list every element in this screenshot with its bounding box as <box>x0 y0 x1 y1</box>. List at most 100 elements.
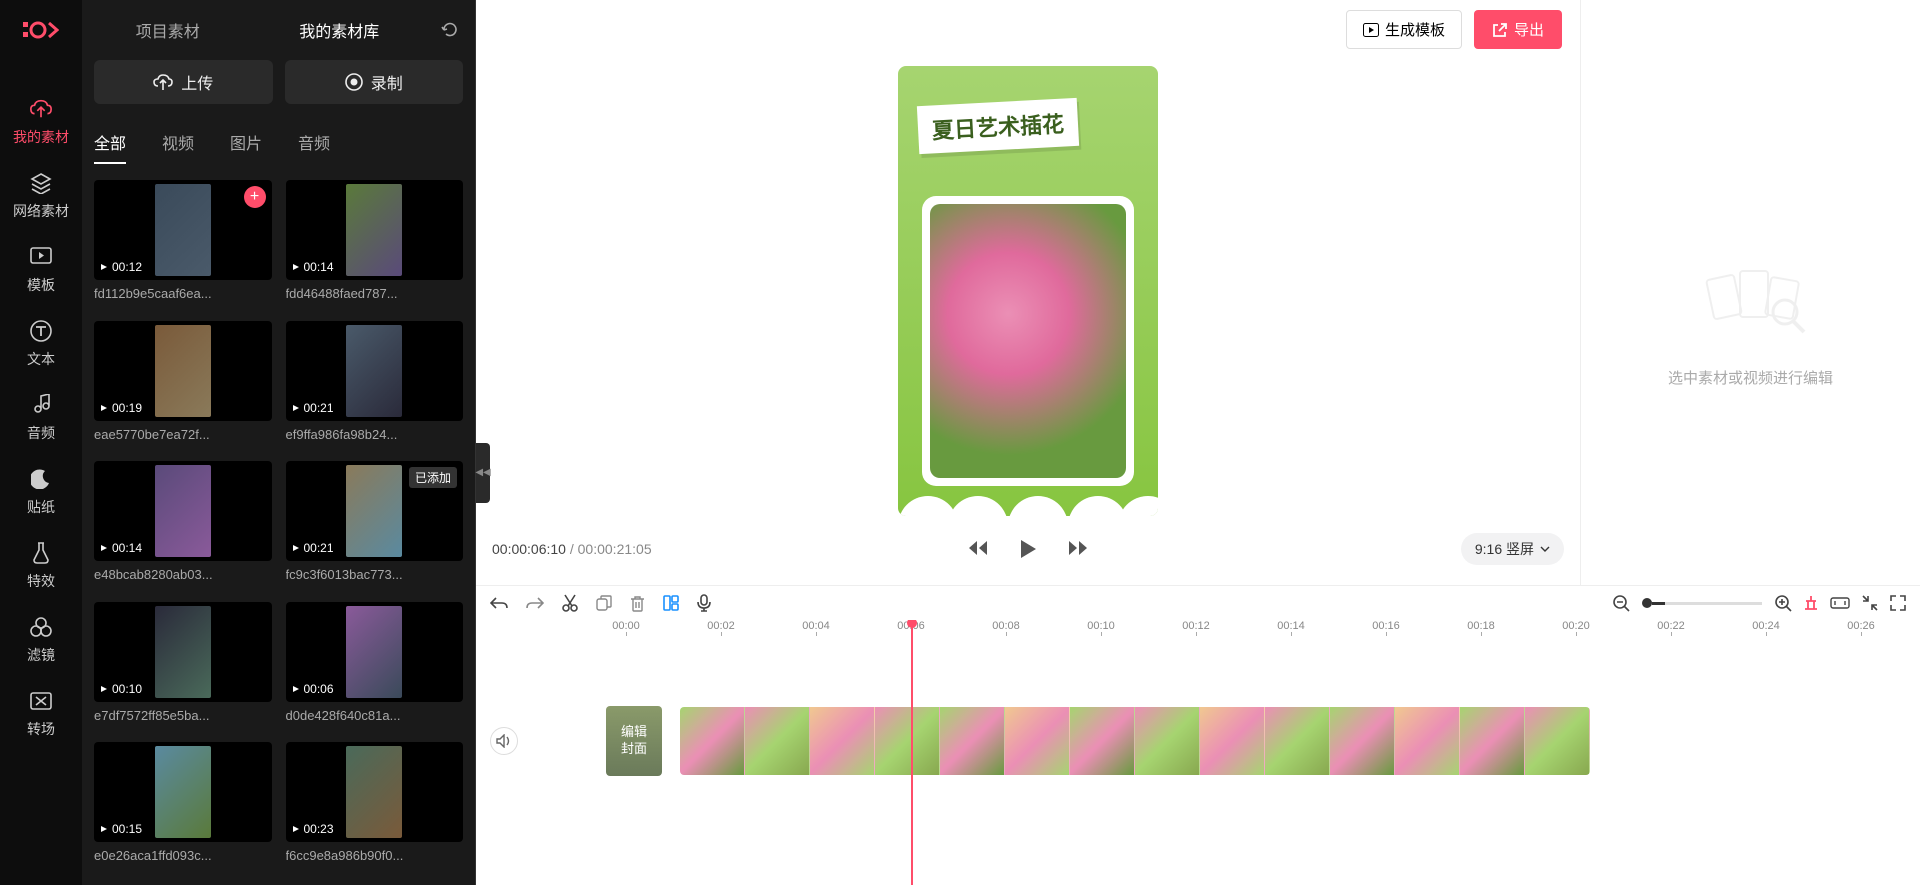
export-button[interactable]: 导出 <box>1474 10 1562 49</box>
asset-thumbnail: 00:15 <box>94 742 272 842</box>
nav-label: 网络素材 <box>13 201 69 221</box>
add-asset-button[interactable]: + <box>244 186 266 208</box>
rewind-button[interactable] <box>967 539 989 559</box>
venn-icon <box>29 615 53 639</box>
undo-button[interactable] <box>490 596 508 610</box>
filter-all[interactable]: 全部 <box>94 122 126 164</box>
filter-video[interactable]: 视频 <box>162 122 194 164</box>
ruler-tick: 00:16 <box>1366 620 1406 632</box>
upload-cloud-icon <box>29 97 53 121</box>
redo-button[interactable] <box>526 596 544 610</box>
filter-audio[interactable]: 音频 <box>298 122 330 164</box>
nav-effects[interactable]: 特效 <box>0 529 82 603</box>
forward-button[interactable] <box>1067 539 1089 559</box>
asset-thumbnail: 00:14 <box>286 180 464 280</box>
nav-web-assets[interactable]: 网络素材 <box>0 159 82 233</box>
asset-thumbnail: 00:06 <box>286 602 464 702</box>
mic-button[interactable] <box>697 594 711 612</box>
record-button[interactable]: 录制 <box>285 60 464 104</box>
nav-my-assets[interactable]: 我的素材 <box>0 85 82 159</box>
zoom-in-button[interactable] <box>1774 594 1792 612</box>
asset-filename: eae5770be7ea72f... <box>94 427 272 442</box>
text-icon <box>29 319 53 343</box>
nav-filter[interactable]: 滤镜 <box>0 603 82 677</box>
asset-item[interactable]: 00:14 fdd46488faed787... <box>286 180 464 307</box>
asset-item[interactable]: + 00:12 fd112b9e5caaf6ea... <box>94 180 272 307</box>
clip-frame <box>1525 707 1590 775</box>
nav-label: 模板 <box>27 275 55 295</box>
asset-filename: ef9ffa986fa98b24... <box>286 427 464 442</box>
music-icon <box>29 393 53 417</box>
filter-image[interactable]: 图片 <box>230 122 262 164</box>
nav-label: 音频 <box>27 423 55 443</box>
app-logo <box>21 15 61 45</box>
generate-template-button[interactable]: 生成模板 <box>1346 10 1462 49</box>
chevron-left-icon: ◀◀ <box>475 467 490 478</box>
nav-audio[interactable]: 音频 <box>0 381 82 455</box>
asset-item[interactable]: 00:10 e7df7572ff85e5ba... <box>94 602 272 729</box>
asset-item[interactable]: 00:06 d0de428f640c81a... <box>286 602 464 729</box>
moon-icon <box>29 467 53 491</box>
tab-project-assets[interactable]: 项目素材 <box>82 0 254 60</box>
aspect-ratio-selector[interactable]: 9:16 竖屏 <box>1461 533 1564 565</box>
clip-frame <box>940 707 1005 775</box>
fit-button[interactable] <box>1830 597 1850 609</box>
asset-item[interactable]: 00:21 ef9ffa986fa98b24... <box>286 321 464 448</box>
asset-filename: d0de428f640c81a... <box>286 708 464 723</box>
nav-sidebar: 我的素材 网络素材 模板 文本 音频 贴纸 特效 滤镜 <box>0 0 82 885</box>
asset-filename: f6cc9e8a986b90f0... <box>286 848 464 863</box>
video-clip[interactable] <box>680 707 1590 775</box>
asset-grid: + 00:12 fd112b9e5caaf6ea... 00:14 fdd464… <box>82 164 475 885</box>
nav-sticker[interactable]: 贴纸 <box>0 455 82 529</box>
video-preview[interactable]: 夏日艺术插花 <box>898 66 1158 516</box>
split-button[interactable] <box>562 594 578 612</box>
tab-my-library[interactable]: 我的素材库 <box>254 0 426 60</box>
arrange-button[interactable] <box>663 595 679 611</box>
fullscreen-button[interactable] <box>1890 595 1906 611</box>
asset-filename: fdd46488faed787... <box>286 286 464 301</box>
flask-icon <box>29 541 53 565</box>
clip-frame <box>1005 707 1070 775</box>
asset-filename: e0e26aca1ffd093c... <box>94 848 272 863</box>
collapse-tracks-button[interactable] <box>1862 595 1878 611</box>
zoom-out-button[interactable] <box>1612 594 1630 612</box>
asset-duration: 00:19 <box>100 401 142 415</box>
playhead[interactable] <box>911 620 913 885</box>
nav-text[interactable]: 文本 <box>0 307 82 381</box>
asset-thumbnail: 00:10 <box>94 602 272 702</box>
upload-button[interactable]: 上传 <box>94 60 273 104</box>
zoom-slider[interactable] <box>1652 602 1762 605</box>
track-mute-button[interactable] <box>490 727 518 755</box>
collapse-panel-button[interactable]: ◀◀ <box>476 443 490 503</box>
asset-duration: 00:21 <box>292 401 334 415</box>
clip-frame <box>1135 707 1200 775</box>
asset-duration: 00:12 <box>100 260 142 274</box>
nav-transition[interactable]: 转场 <box>0 677 82 751</box>
timeline-ruler[interactable]: 00:0000:0200:0400:0600:0800:1000:1200:14… <box>536 620 1920 646</box>
timeline-section: 00:0000:0200:0400:0600:0800:1000:1200:14… <box>476 585 1920 885</box>
ruler-tick: 00:22 <box>1651 620 1691 632</box>
asset-item[interactable]: 已添加 00:21 fc9c3f6013bac773... <box>286 461 464 588</box>
asset-item[interactable]: 00:15 e0e26aca1ffd093c... <box>94 742 272 869</box>
placeholder-hint: 选中素材或视频进行编辑 <box>1668 367 1833 388</box>
asset-item[interactable]: 00:23 f6cc9e8a986b90f0... <box>286 742 464 869</box>
delete-button[interactable] <box>630 595 645 612</box>
nav-label: 转场 <box>27 719 55 739</box>
nav-templates[interactable]: 模板 <box>0 233 82 307</box>
marker-button[interactable] <box>1804 595 1818 611</box>
asset-item[interactable]: 00:14 e48bcab8280ab03... <box>94 461 272 588</box>
asset-item[interactable]: 00:19 eae5770be7ea72f... <box>94 321 272 448</box>
asset-thumbnail: + 00:12 <box>94 180 272 280</box>
asset-duration: 00:10 <box>100 682 142 696</box>
nav-label: 我的素材 <box>13 127 69 147</box>
copy-button[interactable] <box>596 595 612 611</box>
asset-thumbnail: 00:21 <box>286 321 464 421</box>
play-button[interactable] <box>1019 539 1037 559</box>
clip-frame <box>1460 707 1525 775</box>
edit-cover-button[interactable]: 编辑 封面 <box>606 706 662 776</box>
transition-icon <box>29 689 53 713</box>
ruler-tick: 00:26 <box>1841 620 1881 632</box>
clip-frame <box>1330 707 1395 775</box>
nav-label: 贴纸 <box>27 497 55 517</box>
refresh-button[interactable] <box>425 21 475 39</box>
